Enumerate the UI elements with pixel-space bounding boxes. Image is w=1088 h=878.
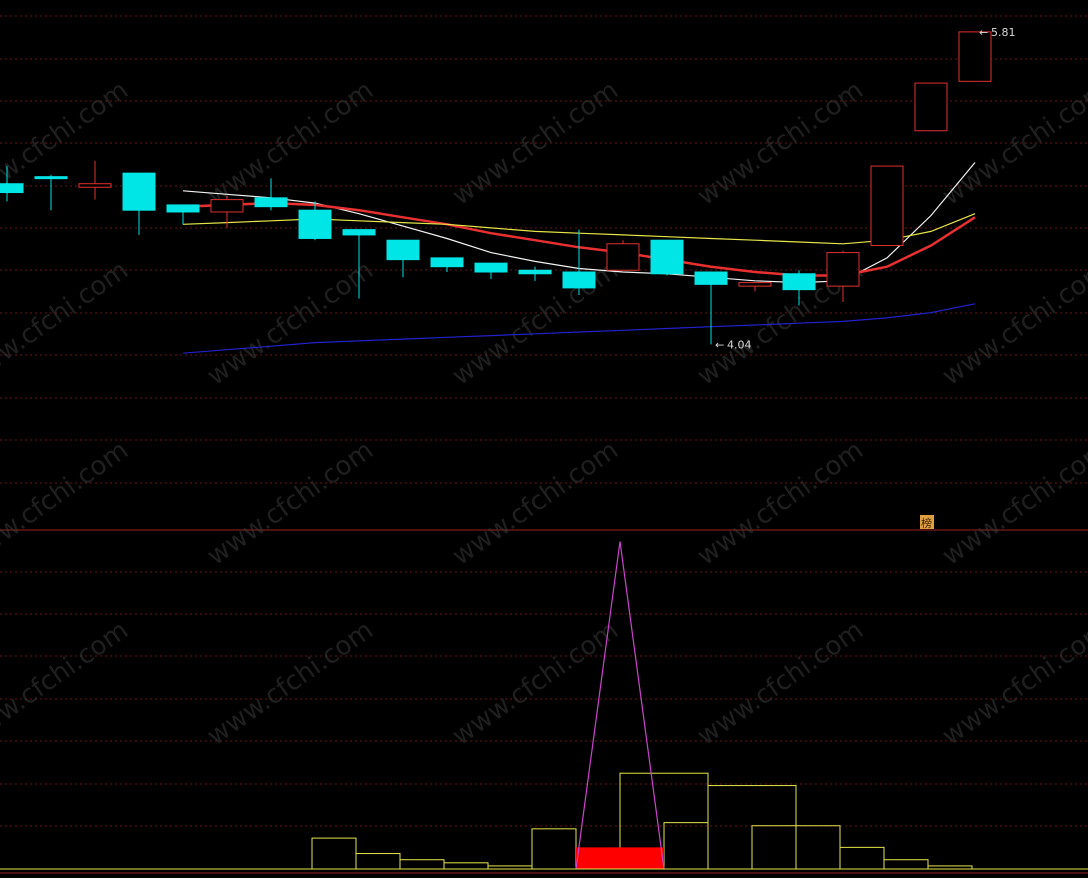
watermark-text: www.cfchi.com <box>937 255 1088 391</box>
candle-up <box>914 82 948 132</box>
candle-down <box>166 204 200 213</box>
watermark-text: www.cfchi.com <box>0 255 134 391</box>
watermark-text: www.cfchi.com <box>202 435 379 571</box>
indicator-bar <box>399 859 445 870</box>
watermark-text: www.cfchi.com <box>202 75 379 211</box>
chart-stage: www.cfchi.com www.cfchi.com www.cfchi.com w… <box>0 0 1088 878</box>
candle-down <box>0 183 24 194</box>
candle-up <box>870 165 904 247</box>
high-price-arrow: ← <box>979 26 988 39</box>
candle-up <box>78 183 112 188</box>
candle-down <box>650 239 684 275</box>
candle-down <box>518 269 552 275</box>
indicator-bar <box>883 859 929 870</box>
candle-down <box>298 209 332 239</box>
watermark-text: www.cfchi.com <box>447 75 624 211</box>
watermark-text: www.cfchi.com <box>692 75 869 211</box>
indicator-bar <box>531 828 577 870</box>
indicator-bar <box>443 862 489 870</box>
signal-badge-text: 榜 <box>921 516 932 530</box>
candle-down <box>386 239 420 261</box>
watermark-text: www.cfchi.com <box>0 435 134 571</box>
candle-down <box>430 257 464 268</box>
watermark-text: www.cfchi.com <box>447 615 624 751</box>
watermark-text: www.cfchi.com <box>937 615 1088 751</box>
stock-kline-chart: www.cfchi.com www.cfchi.com www.cfchi.com w… <box>0 15 1088 874</box>
candle-up <box>958 31 992 82</box>
indicator-bar <box>355 853 401 870</box>
candle-down <box>562 271 596 289</box>
candle-down <box>694 271 728 285</box>
candle-up <box>210 199 244 213</box>
candle-down <box>342 229 376 236</box>
watermark-text: www.cfchi.com <box>937 435 1088 571</box>
candle-up <box>826 252 860 287</box>
candle-up <box>606 243 640 271</box>
low-price-arrow: ← <box>715 338 724 351</box>
indicator-bar <box>839 846 885 870</box>
watermark-text: www.cfchi.com <box>202 615 379 751</box>
watermark-text: www.cfchi.com <box>202 255 379 391</box>
indicator-bar <box>663 822 709 870</box>
watermark-text: www.cfchi.com <box>447 435 624 571</box>
candle-down <box>34 176 68 180</box>
indicator-bar <box>311 837 357 870</box>
high-price-label: 5.81 <box>991 26 1016 39</box>
candle-down <box>782 273 816 291</box>
candle-down <box>122 172 156 211</box>
low-price-label: 4.04 <box>727 338 752 351</box>
indicator-highlight-bar <box>576 847 664 869</box>
watermark-text: www.cfchi.com <box>692 435 869 571</box>
candle-up <box>738 282 772 287</box>
candle-down <box>254 197 288 208</box>
watermark-text: www.cfchi.com <box>0 615 134 751</box>
watermark-text: www.cfchi.com <box>692 615 869 751</box>
candle-down <box>474 262 508 273</box>
